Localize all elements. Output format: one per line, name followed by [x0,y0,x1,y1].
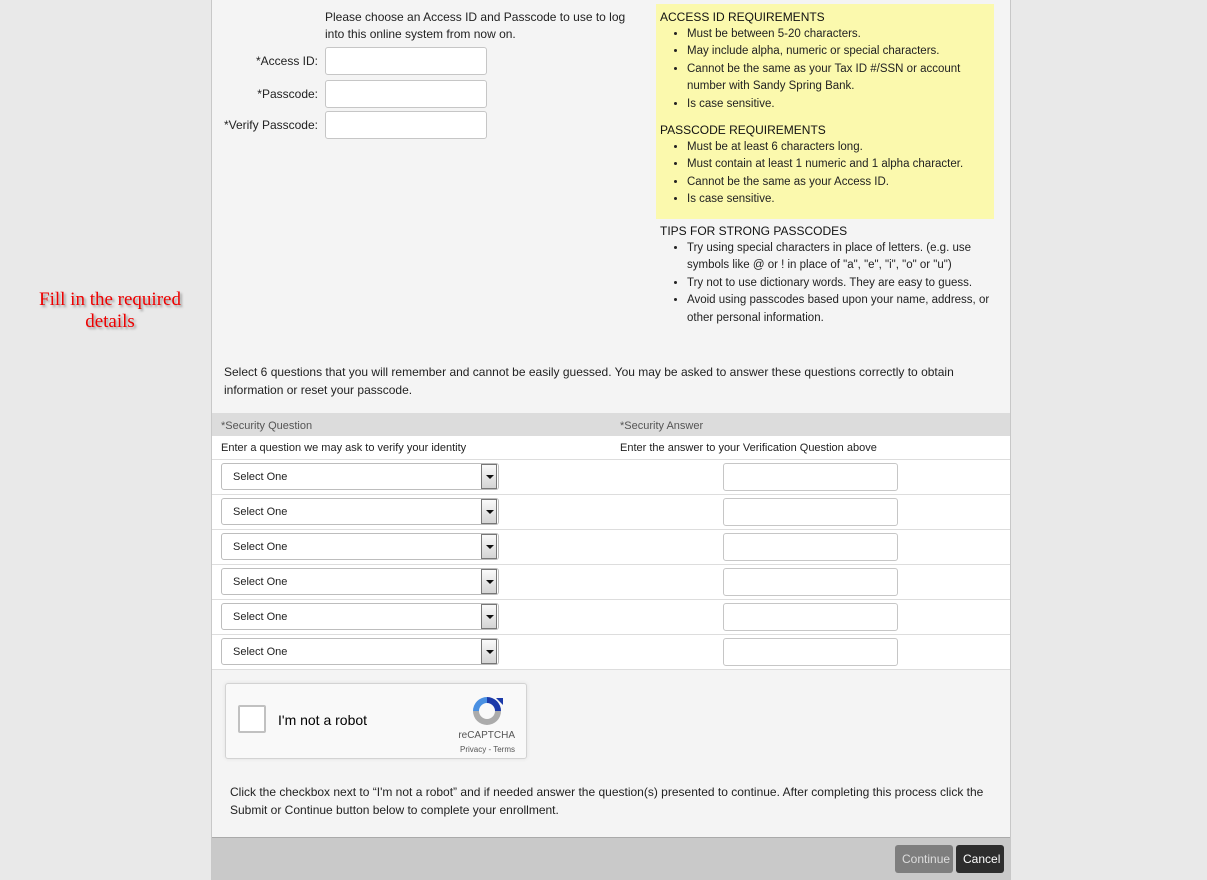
requirement-item: Cannot be the same as your Tax ID #/SSN … [687,61,992,96]
security-question-row: Select One [212,460,1010,495]
tips-title: TIPS FOR STRONG PASSCODES [660,224,848,238]
security-answer-input[interactable] [723,568,898,596]
selected-question: Select One [233,506,288,518]
chevron-down-icon[interactable] [481,534,497,559]
access-id-requirements-list: Must be between 5-20 characters. May inc… [658,26,992,113]
access-id-label: *Access ID: [255,54,318,68]
security-question-select[interactable]: Select One [221,463,499,490]
annotation-note: Fill in the required details [39,289,181,332]
security-answer-input[interactable] [723,533,898,561]
tip-item: Try using special characters in place of… [687,240,998,275]
passcode-input[interactable] [325,80,487,108]
requirement-item: Is case sensitive. [687,96,992,113]
captcha-instructions: Click the checkbox next to “I'm not a ro… [230,785,984,817]
security-answer-input[interactable] [723,498,898,526]
verify-passcode-row: *Verify Passcode: [212,111,492,139]
security-question-row: Select One [212,495,1010,530]
security-question-row: Select One [212,600,1010,635]
security-question-select[interactable]: Select One [221,603,499,630]
requirement-item: Must contain at least 1 numeric and 1 al… [687,156,992,173]
recaptcha-label: I'm not a robot [278,712,368,728]
security-question-select[interactable]: Select One [221,533,499,560]
recaptcha-widget: I'm not a robot reCAPTCHA Privacy - Term… [225,683,527,759]
passcode-tips: TIPS FOR STRONG PASSCODES Try using spec… [658,223,998,336]
passcode-row: *Passcode: [212,80,492,108]
security-question-select[interactable]: Select One [221,568,499,595]
selected-question: Select One [233,576,288,588]
selected-question: Select One [233,611,288,623]
chevron-down-icon[interactable] [481,499,497,524]
passcode-label: *Passcode: [257,87,318,101]
cancel-button[interactable]: Cancel [956,845,1004,873]
access-id-requirements-title: ACCESS ID REQUIREMENTS [660,10,825,24]
continue-button[interactable]: Continue [895,845,953,873]
enrollment-panel: Please choose an Access ID and Passcode … [211,0,1011,880]
chevron-down-icon[interactable] [481,569,497,594]
security-questions-intro: Select 6 questions that you will remembe… [224,365,954,397]
credentials-intro: Please choose an Access ID and Passcode … [325,10,626,41]
selected-question: Select One [233,541,288,553]
security-question-row: Select One [212,530,1010,565]
verify-passcode-input[interactable] [325,111,487,139]
form-footer: Continue Cancel [212,837,1010,880]
requirement-item: Is case sensitive. [687,191,992,208]
security-question-select[interactable]: Select One [221,638,499,665]
tip-item: Try not to use dictionary words. They ar… [687,275,998,292]
recaptcha-brand: reCAPTCHA [458,730,515,741]
access-id-row: *Access ID: [212,47,492,75]
requirement-item: May include alpha, numeric or special ch… [687,43,992,60]
recaptcha-checkbox[interactable] [238,705,266,733]
requirement-item: Cannot be the same as your Access ID. [687,174,992,191]
requirement-item: Must be at least 6 characters long. [687,139,992,156]
passcode-requirements-title: PASSCODE REQUIREMENTS [660,123,826,138]
passcode-requirements-list: Must be at least 6 characters long. Must… [658,139,992,209]
security-question-row: Select One [212,635,1010,670]
answer-hint: Enter the answer to your Verification Qu… [620,442,877,454]
tips-list: Try using special characters in place of… [658,240,998,327]
answer-column-header: *Security Answer [620,420,704,432]
recaptcha-logo-icon [473,697,503,725]
security-answer-input[interactable] [723,603,898,631]
requirements-box: ACCESS ID REQUIREMENTS Must be between 5… [656,4,994,219]
question-hint: Enter a question we may ask to verify yo… [221,442,467,454]
requirement-item: Must be between 5-20 characters. [687,26,992,43]
chevron-down-icon[interactable] [481,639,497,664]
selected-question: Select One [233,471,288,483]
recaptcha-privacy-terms-link[interactable]: Privacy - Terms [460,745,515,754]
security-answer-input[interactable] [723,463,898,491]
chevron-down-icon[interactable] [481,604,497,629]
question-column-header: *Security Question [221,420,313,432]
chevron-down-icon[interactable] [481,464,497,489]
security-answer-input[interactable] [723,638,898,666]
tip-item: Avoid using passcodes based upon your na… [687,292,998,327]
security-question-select[interactable]: Select One [221,498,499,525]
table-header: *Security Question *Security Answer [212,413,1010,436]
verify-passcode-label: *Verify Passcode: [223,118,318,132]
table-subheader: Enter a question we may ask to verify yo… [212,436,1010,460]
security-questions-table: *Security Question *Security Answer Ente… [212,413,1010,670]
selected-question: Select One [233,646,288,658]
access-id-input[interactable] [325,47,487,75]
security-question-row: Select One [212,565,1010,600]
